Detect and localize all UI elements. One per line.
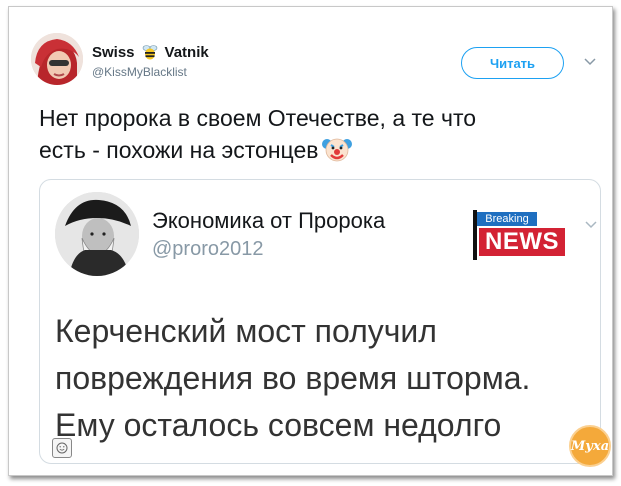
quoted-author-name[interactable]: Экономика от Пророка <box>152 208 385 234</box>
author-name-right[interactable]: Vatnik <box>165 44 209 61</box>
tweet-text: Нет пророка в своем Отечестве, а те что … <box>39 102 599 166</box>
quoted-text-line: Керченский мост получил <box>55 313 437 349</box>
author-avatar[interactable] <box>31 33 83 85</box>
tweet-text-line: есть - похожи на эстонцев <box>39 137 319 163</box>
quoted-author-avatar[interactable] <box>55 192 139 276</box>
quoted-text-line: повреждения во время шторма. <box>55 360 531 396</box>
author-handle[interactable]: @KissMyBlacklist <box>92 65 187 79</box>
watermark-logo: Муха <box>569 425 611 467</box>
chevron-down-icon[interactable] <box>583 57 597 67</box>
author-name-row: Swiss Vatnik <box>92 43 209 61</box>
follow-button[interactable]: Читать <box>461 47 564 79</box>
news-label: NEWS <box>479 228 565 256</box>
breaking-news-logo: Breaking NEWS <box>473 210 567 260</box>
author-name-left[interactable]: Swiss <box>92 44 135 61</box>
tweet-text-line-with-emoji: есть - похожи на эстонцев <box>39 134 599 166</box>
quoted-author-handle[interactable]: @proro2012 <box>152 238 263 261</box>
chevron-down-icon[interactable] <box>584 220 598 230</box>
screenshot-frame: Swiss Vatnik @KissMyBlacklist Читать Нет… <box>8 6 613 476</box>
quoted-text-line: Ему осталось совсем недолго <box>55 407 502 443</box>
breaking-label: Breaking <box>477 212 537 226</box>
smile-icon[interactable] <box>52 438 72 458</box>
clown-emoji-icon <box>322 134 353 164</box>
quoted-tweet-text: Керченский мост получил повреждения во в… <box>55 308 595 449</box>
quoted-tweet-card[interactable]: Экономика от Пророка @proro2012 Breaking… <box>39 179 601 464</box>
tweet-text-line: Нет пророка в своем Отечестве, а те что <box>39 105 477 131</box>
bee-emoji-icon <box>141 43 159 61</box>
